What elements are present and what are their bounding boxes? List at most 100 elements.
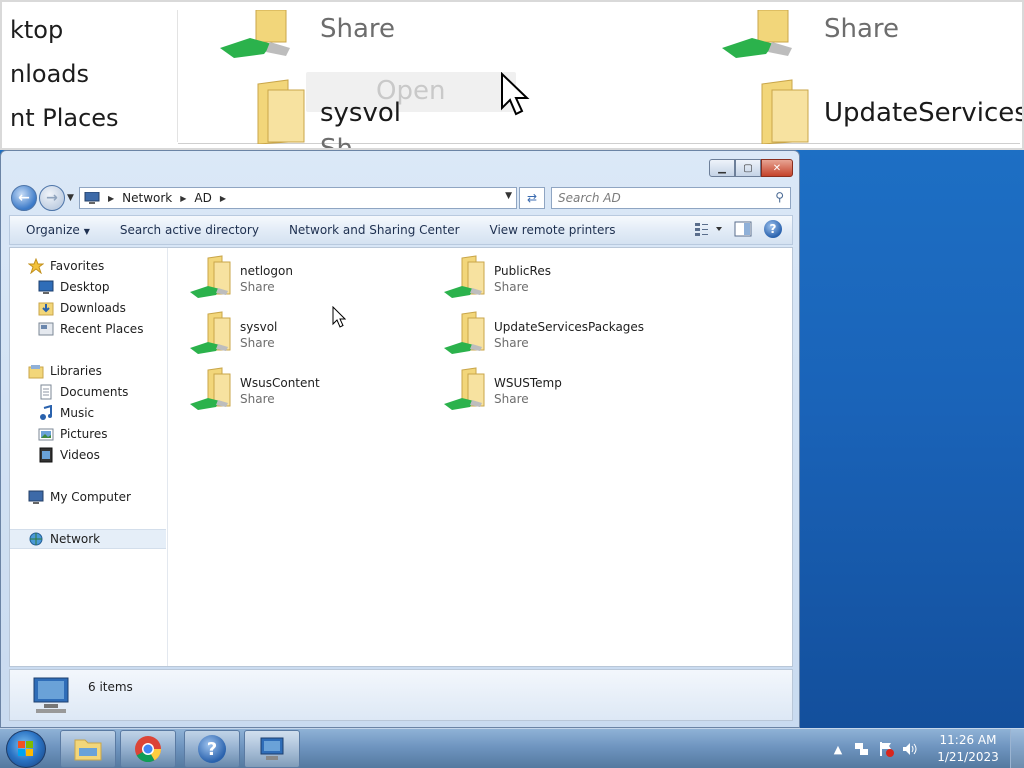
file-list: netlogon Share PublicRes Share sysvol Sh… [170, 248, 792, 666]
start-button[interactable] [6, 730, 46, 768]
share-item-wsustemp[interactable]: WSUSTemp Share [424, 366, 674, 420]
system-clock[interactable]: 11:26 AM 1/21/2023 [926, 732, 1010, 766]
breadcrumb-ad[interactable]: AD [194, 191, 211, 205]
search-icon[interactable]: ⚲ [775, 190, 784, 204]
show-desktop-button[interactable] [1010, 729, 1024, 768]
breadcrumb-network[interactable]: Network [122, 191, 172, 205]
shared-folder-icon [190, 255, 231, 298]
explorer-window[interactable]: ▁ ▢ ✕ ← → ▼ ▶ Network ▶ AD ▶ ▼ ⇄ ⚲ [0, 150, 800, 728]
documents-icon [38, 384, 54, 400]
sidebar-item-desktop[interactable]: Desktop [10, 277, 166, 297]
taskbar-chrome-button[interactable] [120, 730, 176, 768]
search-active-directory-button[interactable]: Search active directory [120, 223, 259, 237]
minimize-button[interactable]: ▁ [709, 159, 735, 177]
item-count: 6 items [88, 680, 133, 694]
explorer-body: Favorites Desktop Downloads Recent Place… [9, 247, 793, 667]
computer-icon [84, 192, 100, 204]
details-pane: 6 items [9, 669, 793, 721]
navigation-pane: Favorites Desktop Downloads Recent Place… [10, 248, 168, 666]
maximize-button[interactable]: ▢ [735, 159, 761, 177]
sidebar-item-recent-places[interactable]: Recent Places [10, 319, 166, 339]
change-view-icon[interactable] [694, 221, 722, 237]
action-center-icon[interactable] [878, 741, 894, 757]
breadcrumb-separator-icon[interactable]: ▶ [108, 194, 114, 203]
item-name: WSUSTemp [494, 376, 562, 390]
command-bar-right: ? [694, 220, 782, 238]
clock-date: 1/21/2023 [937, 750, 999, 764]
network-sharing-center-button[interactable]: Network and Sharing Center [289, 223, 460, 237]
sidebar-item-downloads[interactable]: Downloads [10, 298, 166, 318]
help-icon[interactable]: ? [764, 220, 782, 238]
magnifier-nav-item: nt Places [10, 104, 119, 132]
breadcrumb-separator-icon[interactable]: ▶ [180, 194, 186, 203]
share-item-sysvol[interactable]: sysvol Share [170, 310, 420, 364]
sidebar-item-videos[interactable]: Videos [10, 445, 166, 465]
item-name: PublicRes [494, 264, 551, 278]
shared-folder-icon [190, 367, 231, 410]
computer-icon [33, 677, 69, 713]
back-button[interactable]: ← [11, 185, 37, 211]
caption-buttons: ▁ ▢ ✕ [709, 159, 793, 177]
item-name: WsusContent [240, 376, 320, 390]
magnifier-item-name: sysvol [320, 98, 401, 128]
item-name: UpdateServicesPackages [494, 320, 645, 334]
volume-icon[interactable] [902, 741, 918, 757]
share-icon [722, 10, 792, 58]
taskbar-help-button[interactable]: ? [184, 730, 240, 768]
clock-time: 11:26 AM [939, 733, 997, 747]
sidebar-item-music[interactable]: Music [10, 403, 166, 423]
item-name: sysvol [240, 320, 278, 334]
recent-places-icon [38, 321, 54, 337]
organize-button[interactable]: Organize ▼ [26, 223, 90, 237]
sidebar-item-pictures[interactable]: Pictures [10, 424, 166, 444]
magnifier-nav-item: ktop [10, 16, 64, 44]
address-dropdown-icon[interactable]: ▼ [505, 191, 512, 201]
preview-pane-icon[interactable] [734, 221, 752, 237]
magnifier-nav-item: nloads [10, 60, 90, 88]
close-button[interactable]: ✕ [761, 159, 793, 177]
refresh-button[interactable]: ⇄ [519, 187, 545, 209]
view-remote-printers-button[interactable]: View remote printers [490, 223, 616, 237]
sidebar-item-documents[interactable]: Documents [10, 382, 166, 402]
item-type: Share [240, 280, 275, 294]
item-type: Share [240, 336, 275, 350]
recent-pages-dropdown[interactable]: ▼ [67, 193, 74, 203]
shared-folder-icon [444, 311, 485, 354]
shared-folder-icon [190, 311, 231, 354]
address-bar[interactable]: ▶ Network ▶ AD ▶ ▼ [79, 187, 517, 209]
share-item-publicres[interactable]: PublicRes Share [424, 254, 674, 308]
folder-icon [257, 79, 305, 144]
taskbar-explorer-button[interactable] [60, 730, 116, 768]
music-icon [38, 405, 54, 421]
libraries-icon [28, 363, 44, 379]
magnifier-view: ktop nloads nt Places Share Share Open s… [0, 0, 1024, 150]
command-bar: Organize ▼ Search active directory Networ… [9, 215, 793, 245]
videos-icon [38, 447, 54, 463]
taskbar: ? ▲ 11:26 AM 1/21/2023 [0, 728, 1024, 768]
search-input[interactable] [552, 188, 762, 208]
magnifier-item-type: Share [320, 14, 396, 44]
folder-icon [74, 739, 102, 761]
sidebar-item-network[interactable]: Network [10, 529, 166, 549]
forward-button[interactable]: → [39, 185, 65, 211]
sidebar-item-libraries[interactable]: Libraries [10, 361, 166, 381]
share-item-netlogon[interactable]: netlogon Share [170, 254, 420, 308]
search-box[interactable]: ⚲ [551, 187, 791, 209]
notification-area: ▲ 11:26 AM 1/21/2023 [830, 729, 1024, 768]
show-hidden-icons-icon[interactable]: ▲ [830, 741, 846, 757]
desktop-icon [38, 279, 54, 295]
share-item-wsuscontent[interactable]: WsusContent Share [170, 366, 420, 420]
computer-icon [28, 489, 44, 505]
breadcrumb-separator-icon[interactable]: ▶ [220, 194, 226, 203]
magnifier-item-type: Share [824, 14, 900, 44]
windows-logo-icon [18, 741, 33, 756]
sidebar-item-my-computer[interactable]: My Computer [10, 487, 166, 507]
network-window-icon [260, 737, 284, 760]
share-item-updateservicespackages[interactable]: UpdateServicesPackages Share [424, 310, 674, 364]
chrome-icon [135, 736, 162, 763]
magnified-cursor-icon [501, 72, 530, 116]
taskbar-network-window-button[interactable] [244, 730, 300, 768]
network-status-icon[interactable] [854, 741, 870, 757]
sidebar-item-favorites[interactable]: Favorites [10, 256, 166, 276]
help-icon: ? [198, 735, 226, 763]
